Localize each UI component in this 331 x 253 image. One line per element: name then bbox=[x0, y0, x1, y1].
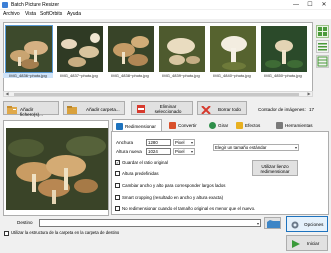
scroll-right-icon[interactable]: ▶ bbox=[306, 91, 312, 97]
rotate-icon bbox=[209, 122, 216, 129]
height-unit-select[interactable]: Pixel ▾ bbox=[173, 148, 195, 155]
close-button[interactable]: ✕ bbox=[317, 0, 331, 10]
thumbnail-image[interactable] bbox=[210, 26, 256, 72]
thumbnail-label: IMG_4850~photo.jpg bbox=[264, 73, 302, 78]
start-button[interactable]: Iniciar bbox=[286, 235, 328, 251]
preview-photo bbox=[6, 128, 108, 210]
thumbnail-image[interactable] bbox=[5, 25, 53, 73]
clear-all-label: Borrar todo bbox=[218, 107, 241, 112]
checkbox[interactable] bbox=[115, 183, 120, 188]
play-icon bbox=[292, 240, 300, 248]
chevron-down-icon: ▾ bbox=[190, 149, 193, 154]
scrollbar-thumb[interactable] bbox=[14, 93, 299, 96]
remove-icon bbox=[137, 105, 145, 113]
width-label: Anchura bbox=[116, 140, 134, 145]
add-folder-icon bbox=[67, 106, 77, 114]
convert-icon bbox=[169, 122, 176, 129]
list-view-icon[interactable] bbox=[316, 40, 329, 53]
gear-icon bbox=[291, 221, 299, 229]
clear-all-button[interactable]: Borrar todo bbox=[197, 101, 247, 115]
menu-bar: Archivo Vista SoftOrbits Ayuda bbox=[0, 10, 331, 19]
remove-selected-label: Eliminar seleccionado bbox=[154, 104, 182, 114]
checkbox[interactable]: ✓ bbox=[115, 160, 120, 165]
window-title: Batch Picture Resizer bbox=[11, 2, 60, 8]
menu-ayuda[interactable]: Ayuda bbox=[67, 11, 81, 18]
checkbox[interactable] bbox=[115, 171, 120, 176]
thumbnail-label: IMG_4839~photo.jpg bbox=[162, 73, 200, 78]
chevron-down-icon: ▾ bbox=[256, 221, 259, 226]
menu-archivo[interactable]: Archivo bbox=[3, 11, 20, 18]
thumbnail-label: IMG_4840~photo.jpg bbox=[213, 73, 251, 78]
folder-icon bbox=[267, 220, 280, 228]
view-mode-toolbar bbox=[315, 22, 330, 102]
thumbnail-label: IMG_4837~photo.jpg bbox=[60, 73, 98, 78]
image-preview bbox=[3, 120, 109, 216]
title-bar: Batch Picture Resizer — ☐ ✕ bbox=[0, 0, 331, 10]
add-files-icon bbox=[7, 106, 17, 114]
destination-label: Destino bbox=[17, 220, 33, 225]
resize-icon bbox=[116, 123, 123, 130]
menu-softorbits[interactable]: SoftOrbits bbox=[40, 11, 62, 18]
options-button[interactable]: Opciones bbox=[286, 216, 328, 232]
add-files-label: Añadir fichero(s)... bbox=[20, 107, 43, 117]
checkbox[interactable] bbox=[115, 206, 120, 211]
use-canvas-resize-button[interactable]: Utilizar lienzo redimensionar bbox=[252, 160, 298, 176]
app-icon bbox=[2, 2, 8, 8]
image-count-label: Contador de imágenes: bbox=[258, 107, 306, 112]
details-view-icon[interactable] bbox=[316, 55, 329, 68]
thumbnail-label: IMG_4836~photo.jpg bbox=[3, 73, 53, 78]
thumbnail-image[interactable] bbox=[159, 26, 205, 72]
height-label: Altura nueva bbox=[116, 149, 142, 154]
maximize-button[interactable]: ☐ bbox=[303, 0, 317, 10]
browse-folder-button[interactable] bbox=[264, 217, 281, 229]
thumbnail-view-icon[interactable] bbox=[316, 25, 329, 38]
checkbox[interactable] bbox=[4, 231, 9, 236]
chevron-down-icon: ▾ bbox=[294, 145, 297, 150]
remove-selected-button[interactable]: Eliminar seleccionado bbox=[131, 101, 193, 115]
add-folder-label: Añadir carpeta... bbox=[86, 107, 120, 112]
add-files-button[interactable]: Añadir fichero(s)... bbox=[3, 101, 59, 117]
height-input[interactable]: 1024 bbox=[146, 148, 171, 155]
checkbox[interactable] bbox=[115, 195, 120, 200]
thumbnail-image[interactable] bbox=[261, 26, 307, 72]
image-list[interactable] bbox=[3, 22, 313, 97]
thumbnail-scrollbar[interactable]: ◀ ▶ bbox=[3, 91, 313, 97]
effects-icon bbox=[236, 122, 243, 129]
tools-icon bbox=[276, 122, 283, 129]
settings-tabs: Redimensionar Convertir Girar Efectos He… bbox=[111, 118, 331, 132]
clear-all-icon bbox=[201, 106, 211, 114]
image-count-value: 17 bbox=[309, 107, 315, 112]
minimize-button[interactable]: — bbox=[289, 0, 303, 10]
preset-size-select[interactable]: Elegir un tamaño estándar ▾ bbox=[213, 144, 299, 151]
thumbnail-image[interactable] bbox=[57, 26, 103, 72]
thumbnail-label: IMG_4838~photo.jpg bbox=[111, 73, 149, 78]
thumbnail-image[interactable] bbox=[108, 26, 154, 72]
width-unit-select[interactable]: Pixel ▾ bbox=[173, 139, 195, 146]
add-folder-button[interactable]: Añadir carpeta... bbox=[63, 101, 125, 115]
width-input[interactable]: 1280 bbox=[146, 139, 171, 146]
scroll-left-icon[interactable]: ◀ bbox=[4, 91, 10, 97]
menu-vista[interactable]: Vista bbox=[25, 11, 36, 18]
destination-input[interactable]: ▾ bbox=[39, 219, 261, 227]
chevron-down-icon: ▾ bbox=[190, 140, 193, 145]
